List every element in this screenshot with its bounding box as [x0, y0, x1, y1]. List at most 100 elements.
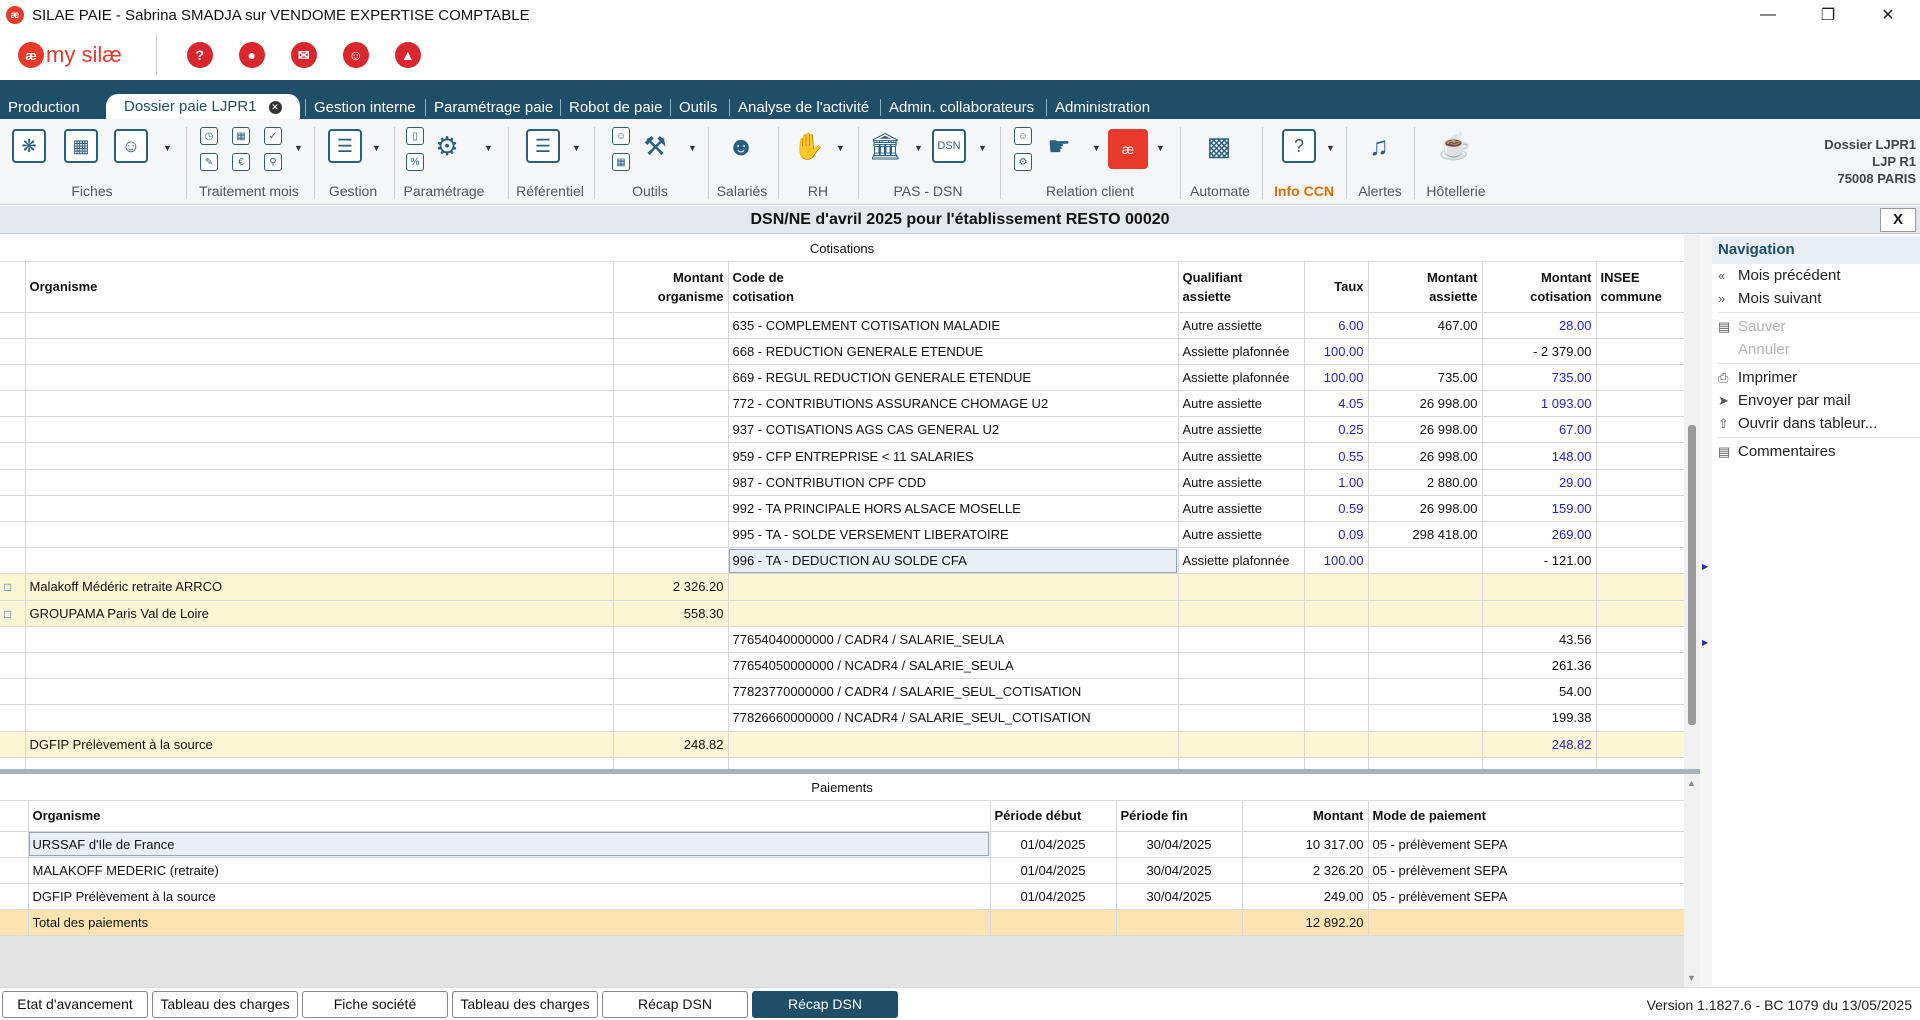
- cell-organisme[interactable]: GROUPAMA Paris Val de Loire: [25, 600, 614, 627]
- person-settings-icon[interactable]: ⚙: [1014, 153, 1032, 171]
- chevron-down-icon[interactable]: ▼: [914, 143, 923, 153]
- cell-montant-organisme[interactable]: 2 326.20: [613, 573, 729, 601]
- menu-parametrage-paie[interactable]: Paramétrage paie: [426, 96, 561, 119]
- table-row[interactable]: 996 - TA - DEDUCTION AU SOLDE CFA Assiett…: [0, 547, 1684, 575]
- cell-insee-commune[interactable]: [1596, 390, 1684, 418]
- row-indicator[interactable]: [0, 857, 29, 884]
- cell-montant-assiette[interactable]: 2 880.00: [1368, 469, 1483, 496]
- cell-montant-cotisation[interactable]: 261.36: [1482, 652, 1597, 680]
- column-header-mode-paiement[interactable]: Mode de paiement: [1368, 801, 1684, 832]
- cell-insee-commune[interactable]: [1596, 312, 1684, 339]
- cell-taux[interactable]: [1304, 704, 1369, 732]
- menu-dossier-paie-tab[interactable]: Dossier paie LJPR1 ✕: [106, 94, 300, 119]
- contact-icon[interactable]: ☺: [342, 42, 369, 68]
- menu-robot-de-paie[interactable]: Robot de paie: [561, 96, 670, 119]
- gear-icon[interactable]: ⚙: [430, 129, 464, 163]
- menu-analyse-activite[interactable]: Analyse de l'activité: [730, 96, 877, 119]
- cell-montant-assiette[interactable]: 26 998.00: [1368, 416, 1483, 444]
- cell-montant-assiette[interactable]: [1368, 573, 1483, 601]
- comment-icon[interactable]: □: [4, 580, 11, 594]
- cell-taux[interactable]: 0.09: [1304, 521, 1369, 549]
- cell-organisme[interactable]: [25, 547, 614, 575]
- row-indicator[interactable]: [0, 883, 29, 911]
- cell-montant-cotisation[interactable]: 159.00: [1482, 495, 1597, 523]
- cell-organisme[interactable]: Malakoff Médéric retraite ARRCO: [25, 573, 614, 601]
- calendar-check-icon[interactable]: ✓: [264, 127, 282, 145]
- cell-montant-cotisation[interactable]: 29.00: [1482, 469, 1597, 496]
- chevron-down-icon[interactable]: ▼: [372, 143, 381, 153]
- collapse-arrow-icon[interactable]: ▶: [1702, 562, 1708, 571]
- cell-mode-paiement[interactable]: 05 - prélèvement SEPA: [1368, 857, 1684, 884]
- cell-code-cotisation[interactable]: 668 - REDUCTION GENERALE ETENDUE: [728, 338, 1179, 365]
- cell-insee-commune[interactable]: [1596, 652, 1684, 680]
- paiements-scrollbar[interactable]: ▲ ▼: [1684, 774, 1700, 987]
- cell-montant-cotisation[interactable]: 735.00: [1482, 364, 1597, 392]
- chevron-down-icon[interactable]: ▼: [572, 143, 581, 153]
- people-icon[interactable]: ☻: [724, 129, 758, 163]
- bottom-tab-recap-dsn[interactable]: Récap DSN: [602, 991, 748, 1018]
- cell-taux[interactable]: 0.59: [1304, 495, 1369, 523]
- close-window-button[interactable]: ✕: [1860, 0, 1916, 30]
- cell-organisme[interactable]: [25, 390, 614, 418]
- cell-code-cotisation[interactable]: 959 - CFP ENTREPRISE < 11 SALARIES: [728, 442, 1179, 470]
- cell-taux[interactable]: 100.00: [1304, 547, 1369, 575]
- cell-montant-assiette[interactable]: 735.00: [1368, 364, 1483, 392]
- cell-code-cotisation[interactable]: [728, 573, 1179, 601]
- person-search-icon[interactable]: ☺: [612, 127, 630, 145]
- table-row[interactable]: 77654050000000 / NCADR4 / SALARIE_SEULA 2…: [0, 652, 1684, 680]
- cell-montant-cotisation[interactable]: 199.38: [1482, 704, 1597, 732]
- cell-montant-cotisation[interactable]: 269.00: [1482, 521, 1597, 549]
- building-icon[interactable]: ▦: [64, 129, 98, 163]
- bottom-tab-tableau-charges[interactable]: Tableau des charges: [152, 991, 298, 1018]
- percent-icon[interactable]: %: [406, 153, 424, 171]
- cell-code-cotisation[interactable]: [728, 731, 1179, 758]
- inbox-icon[interactable]: ✉: [290, 42, 317, 68]
- cell-montant-cotisation[interactable]: - 2 379.00: [1482, 338, 1597, 365]
- cell-insee-commune[interactable]: [1596, 573, 1684, 601]
- cell-periode-fin[interactable]: 30/04/2025: [1116, 857, 1243, 884]
- cell-insee-commune[interactable]: [1596, 364, 1684, 392]
- column-header-montant[interactable]: Montant: [1242, 801, 1369, 832]
- info-ccn-icon[interactable]: ?: [1282, 129, 1316, 163]
- cell-montant-assiette[interactable]: [1368, 338, 1483, 365]
- table-row[interactable]: DGFIP Prélèvement à la source 248.82 248.8…: [0, 731, 1684, 758]
- cell-code-cotisation[interactable]: 995 - TA - SOLDE VERSEMENT LIBERATOIRE: [728, 521, 1179, 549]
- row-indicator[interactable]: [0, 831, 29, 858]
- coffee-cup-icon[interactable]: ☕: [1438, 129, 1472, 163]
- nav-sauver[interactable]: ▤ Sauver: [1712, 315, 1920, 338]
- table-row[interactable]: □ Malakoff Médéric retraite ARRCO 2 326.20: [0, 573, 1684, 601]
- cell-insee-commune[interactable]: [1596, 338, 1684, 365]
- cell-organisme[interactable]: [25, 495, 614, 523]
- cell-qualifiant-assiette[interactable]: Autre assiette: [1178, 495, 1305, 523]
- cell-montant[interactable]: 2 326.20: [1242, 857, 1369, 884]
- row-indicator[interactable]: [0, 626, 26, 653]
- table-row[interactable]: 77654040000000 / CADR4 / SALARIE_SEULA 43…: [0, 626, 1684, 653]
- hand-person-icon[interactable]: ✋: [792, 129, 826, 163]
- cell-montant-assiette[interactable]: 467.00: [1368, 312, 1483, 339]
- training-icon[interactable]: ▲: [394, 42, 421, 68]
- tools-icon[interactable]: ⚒: [638, 129, 672, 163]
- cell-montant-cotisation[interactable]: 248.82: [1482, 731, 1597, 758]
- cell-montant-assiette[interactable]: [1368, 652, 1483, 680]
- row-indicator[interactable]: [0, 364, 26, 392]
- cell-insee-commune[interactable]: [1596, 521, 1684, 549]
- table-row[interactable]: 995 - TA - SOLDE VERSEMENT LIBERATOIRE Au…: [0, 521, 1684, 549]
- cell-periode-debut[interactable]: 01/04/2025: [990, 857, 1117, 884]
- cell-taux[interactable]: [1304, 652, 1369, 680]
- column-header-montant-assiette[interactable]: Montant assiette: [1368, 262, 1483, 313]
- cell-montant-cotisation[interactable]: [1482, 600, 1597, 627]
- cell-organisme[interactable]: [25, 469, 614, 496]
- nav-commentaires[interactable]: ▤ Commentaires: [1712, 440, 1920, 463]
- mysilae-logo[interactable]: æ my silæ: [18, 42, 122, 68]
- bottom-tab-tableau-charges-2[interactable]: Tableau des charges: [452, 991, 598, 1018]
- cell-montant-cotisation[interactable]: - 121.00: [1482, 547, 1597, 575]
- cell-montant-assiette[interactable]: [1368, 678, 1483, 706]
- cell-montant-cotisation[interactable]: [1482, 573, 1597, 601]
- nav-envoyer-mail[interactable]: ➤ Envoyer par mail: [1712, 389, 1920, 412]
- cell-taux[interactable]: 0.55: [1304, 442, 1369, 470]
- cell-insee-commune[interactable]: [1596, 547, 1684, 575]
- row-indicator[interactable]: [0, 547, 26, 575]
- row-indicator[interactable]: [0, 338, 26, 365]
- cell-qualifiant-assiette[interactable]: Assiette plafonnée: [1178, 547, 1305, 575]
- robot-icon[interactable]: ▩: [1202, 129, 1236, 163]
